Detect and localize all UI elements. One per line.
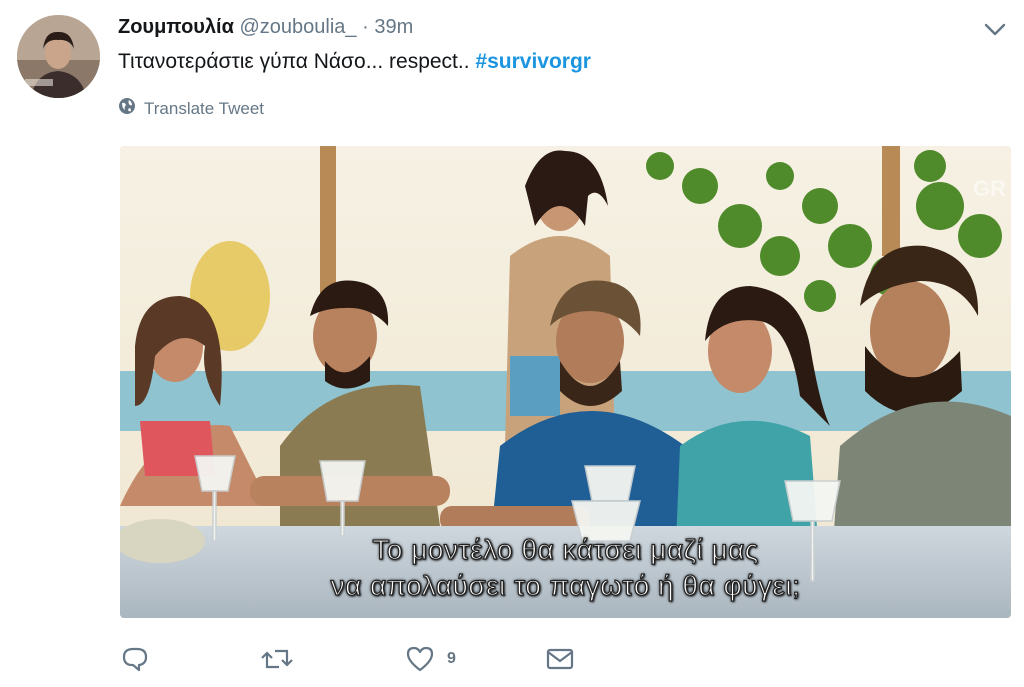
tweet-text: Τιτανοτεράστιε γύπα Νάσο... respect.. #s…: [118, 47, 591, 77]
author-name[interactable]: Ζουμπουλία: [118, 16, 234, 38]
hashtag-link[interactable]: #survivorgr: [475, 50, 591, 73]
reply-icon: [120, 645, 150, 673]
direct-message-button[interactable]: [545, 645, 575, 673]
envelope-icon: [545, 645, 575, 673]
tweet-media-image[interactable]: GR Το μοντέλο θα κάτσει μαζί μας να απολ…: [120, 146, 1011, 618]
globe-icon: [118, 97, 136, 120]
tweet-body: Τιτανοτεράστιε γύπα Νάσο... respect..: [118, 50, 476, 73]
chevron-down-icon[interactable]: [982, 18, 1008, 40]
reply-button[interactable]: [120, 645, 150, 673]
tweet-time[interactable]: 39m: [374, 16, 413, 38]
retweet-icon: [260, 645, 294, 673]
like-button[interactable]: 9: [405, 645, 456, 673]
like-count: 9: [447, 650, 456, 667]
translate-tweet[interactable]: Translate Tweet: [118, 97, 264, 120]
channel-watermark: GR: [973, 176, 1006, 201]
translate-label: Translate Tweet: [144, 98, 265, 118]
avatar[interactable]: [17, 15, 100, 98]
subtitle-line-2: να απολαύσει το παγωτό ή θα φύγει;: [330, 569, 801, 601]
separator-dot: ·: [362, 16, 369, 38]
heart-icon: [405, 645, 435, 673]
tweet-actions: 9: [120, 645, 580, 679]
retweet-button[interactable]: [260, 645, 294, 673]
tweet-header: Ζουμπουλία @zouboulia_ · 39m: [118, 14, 413, 40]
subtitle-line-1: Το μοντέλο θα κάτσει μαζί μας: [372, 533, 759, 565]
author-handle[interactable]: @zouboulia_: [239, 16, 356, 38]
